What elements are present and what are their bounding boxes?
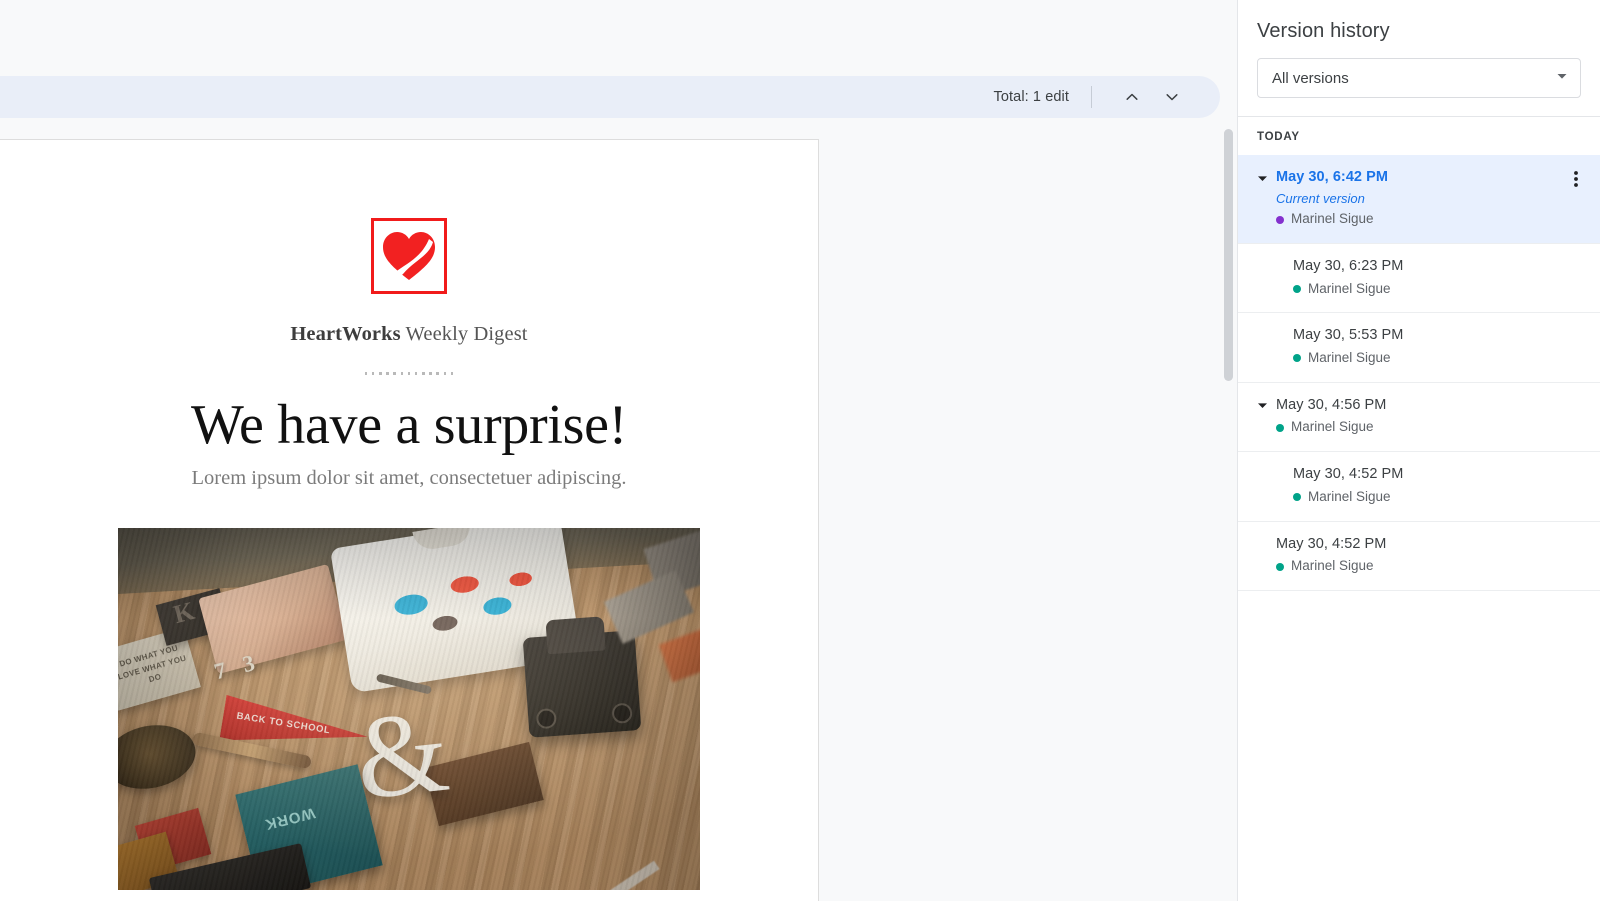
- more-vert-icon[interactable]: [1562, 165, 1590, 193]
- email-document-card[interactable]: HeartWorks Weekly Digest We have a surpr…: [0, 139, 819, 901]
- version-item-body: May 30, 6:42 PM Current version Marinel Si…: [1238, 168, 1556, 229]
- version-list-item[interactable]: May 30, 4:52 PM Marinel Sigue: [1238, 520, 1600, 591]
- version-timestamp: May 30, 4:52 PM: [1293, 466, 1404, 483]
- next-edit-button[interactable]: [1156, 81, 1188, 113]
- version-timestamp: May 30, 4:56 PM: [1276, 396, 1387, 413]
- version-author: Marinel Sigue: [1293, 488, 1556, 507]
- author-name: Marinel Sigue: [1291, 419, 1374, 435]
- chevron-down-icon: [1556, 69, 1568, 87]
- version-author: Marinel Sigue: [1276, 210, 1556, 229]
- author-color-dot: [1276, 423, 1284, 432]
- version-list-item[interactable]: May 30, 6:23 PM Marinel Sigue: [1238, 243, 1600, 313]
- version-history-screen: Total: 1 edit HeartWorks Weekly Digest W…: [0, 0, 1600, 901]
- author-color-dot: [1276, 562, 1284, 571]
- email-headline: We have a surprise!: [190, 393, 628, 456]
- heart-logo-icon: [371, 218, 447, 294]
- version-timestamp: May 30, 6:42 PM: [1276, 169, 1388, 185]
- author-name: Marinel Sigue: [1291, 211, 1374, 227]
- version-filter-value: All versions: [1272, 69, 1349, 87]
- caret-down-icon[interactable]: [1255, 171, 1269, 185]
- brand-line: HeartWorks Weekly Digest: [0, 323, 818, 346]
- version-item-body: May 30, 4:52 PM Marinel Sigue: [1238, 535, 1556, 576]
- chevron-down-icon: [1163, 88, 1181, 106]
- version-timestamp: May 30, 4:52 PM: [1276, 535, 1387, 552]
- version-history-panel: Version history All versions TODAY May 3…: [1237, 0, 1600, 901]
- previous-edit-button[interactable]: [1116, 81, 1148, 113]
- version-author: Marinel Sigue: [1293, 280, 1556, 299]
- panel-title: Version history: [1257, 20, 1390, 42]
- version-item-body: May 30, 4:56 PM Marinel Sigue: [1238, 396, 1556, 437]
- version-author: Marinel Sigue: [1293, 349, 1556, 368]
- author-color-dot: [1293, 493, 1301, 502]
- current-version-label: Current version: [1276, 190, 1365, 206]
- editor-region: Total: 1 edit HeartWorks Weekly Digest W…: [0, 0, 1237, 901]
- toolbar-divider: [1091, 86, 1092, 108]
- version-item-body: May 30, 4:52 PM Marinel Sigue: [1238, 465, 1556, 506]
- chevron-up-icon: [1123, 88, 1141, 106]
- editor-scrollbar[interactable]: [1224, 129, 1233, 381]
- caret-down-icon[interactable]: [1255, 399, 1269, 413]
- version-author: Marinel Sigue: [1276, 418, 1556, 437]
- email-body: HeartWorks Weekly Digest We have a surpr…: [0, 218, 818, 901]
- version-filter-select[interactable]: All versions: [1257, 58, 1581, 98]
- version-timestamp: May 30, 5:53 PM: [1293, 327, 1404, 344]
- version-group-label: TODAY: [1257, 131, 1300, 143]
- version-list-item[interactable]: May 30, 4:52 PM Marinel Sigue: [1238, 451, 1600, 521]
- version-list: May 30, 6:42 PM Current version Marinel Si…: [1238, 155, 1600, 591]
- version-item-body: May 30, 6:23 PM Marinel Sigue: [1238, 257, 1556, 298]
- version-list-end-divider: [1238, 590, 1600, 592]
- version-list-item[interactable]: May 30, 4:56 PM Marinel Sigue: [1238, 381, 1600, 452]
- edits-total-label: Total: 1 edit: [993, 89, 1069, 105]
- email-subheadline: Lorem ipsum dolor sit amet, consectetuer…: [191, 467, 627, 490]
- dotted-divider: [0, 372, 818, 375]
- author-color-dot: [1293, 354, 1301, 363]
- author-color-dot: [1293, 285, 1301, 293]
- brand-name: HeartWorks: [290, 323, 401, 345]
- version-author: Marinel Sigue: [1276, 557, 1556, 576]
- author-name: Marinel Sigue: [1308, 488, 1391, 504]
- version-item-body: May 30, 5:53 PM Marinel Sigue: [1238, 326, 1556, 367]
- logo-container: [0, 218, 818, 294]
- version-list-item[interactable]: May 30, 6:42 PM Current version Marinel Si…: [1238, 155, 1600, 243]
- author-color-dot: [1276, 215, 1284, 224]
- version-timestamp: May 30, 6:23 PM: [1293, 258, 1404, 274]
- hero-image: DO WHAT YOU LOVE WHAT YOU DO K 7 3 BACK …: [118, 528, 700, 891]
- version-filter-container: All versions: [1238, 43, 1600, 116]
- author-name: Marinel Sigue: [1308, 350, 1391, 366]
- edits-summary-bar: Total: 1 edit: [0, 76, 1220, 118]
- version-list-item[interactable]: May 30, 5:53 PM Marinel Sigue: [1238, 312, 1600, 382]
- brand-tagline: Weekly Digest: [400, 323, 528, 345]
- author-name: Marinel Sigue: [1291, 558, 1374, 574]
- author-name: Marinel Sigue: [1308, 280, 1391, 296]
